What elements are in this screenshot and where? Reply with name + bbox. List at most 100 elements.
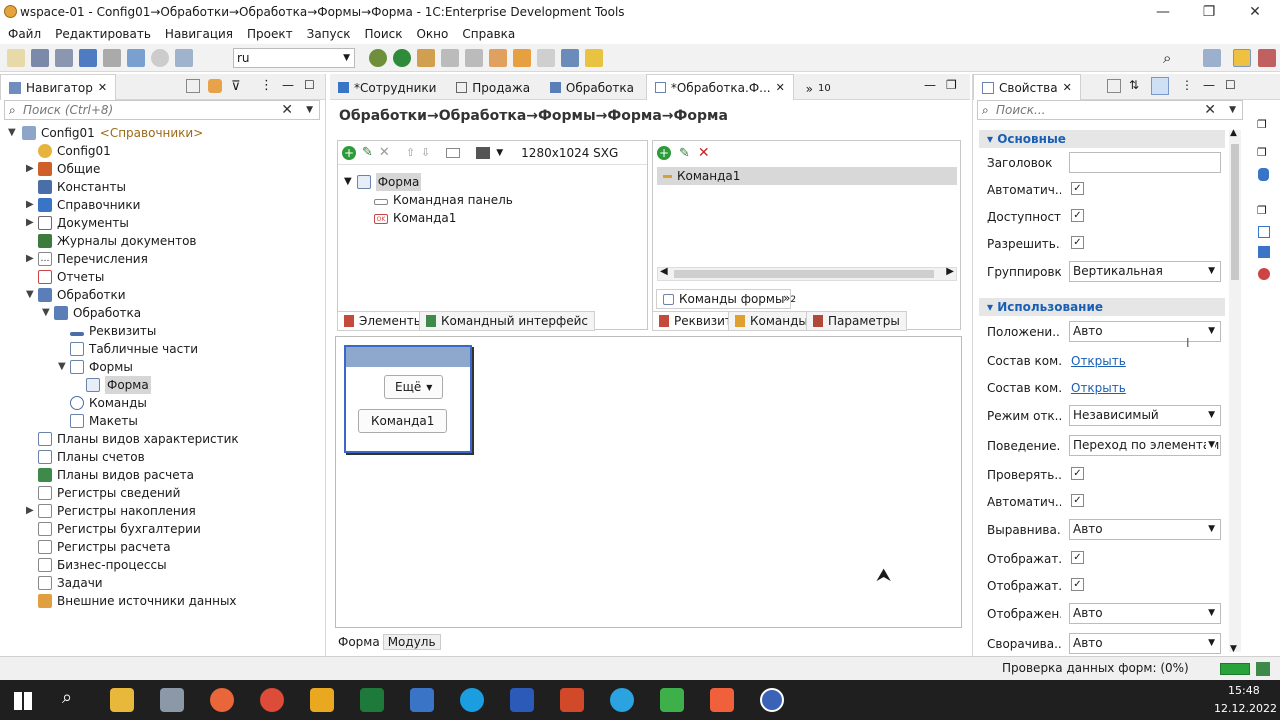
- filter-icon[interactable]: [465, 49, 483, 67]
- export-icon[interactable]: [561, 49, 579, 67]
- search-icon[interactable]: ⌕: [1163, 49, 1171, 67]
- navigator-search-input[interactable]: ⌕ Поиск (Ctrl+8) ✕ ▼: [4, 100, 320, 120]
- chevron-down-icon[interactable]: ▼: [306, 101, 313, 119]
- close-icon[interactable]: ✕: [1232, 0, 1278, 24]
- progress-details-icon[interactable]: [1256, 662, 1270, 676]
- tree-item-calc-registers[interactable]: Регистры расчета: [38, 538, 171, 556]
- tree-item-tabular-sections[interactable]: Табличные части: [70, 340, 198, 358]
- more-tabs[interactable]: »2: [783, 291, 796, 305]
- minimize-icon[interactable]: —: [1203, 78, 1215, 92]
- edit-icon[interactable]: ✎: [679, 146, 690, 161]
- tree-item-templates[interactable]: Макеты: [70, 412, 138, 430]
- tree-item-accum-registers[interactable]: ▶ Регистры накопления: [26, 502, 196, 520]
- edit-icon[interactable]: ✎: [362, 145, 373, 160]
- tree-item-calc-types[interactable]: Планы видов расчета: [38, 466, 194, 484]
- horizontal-scrollbar[interactable]: ◀ ▶: [657, 266, 957, 281]
- perspective-alt-icon[interactable]: [1258, 49, 1276, 67]
- chevron-down-icon[interactable]: ▼: [26, 286, 34, 304]
- allow-checkbox[interactable]: ✓: [1071, 236, 1084, 249]
- menu-run[interactable]: Запуск: [307, 24, 351, 44]
- chevron-down-icon[interactable]: ▼: [1230, 644, 1237, 654]
- display-checkbox[interactable]: ✓: [1071, 551, 1084, 564]
- slack-icon[interactable]: [310, 688, 334, 712]
- tab-navigator[interactable]: Навигатор ✕: [0, 74, 117, 100]
- menu-help[interactable]: Справка: [462, 24, 515, 44]
- position-select[interactable]: Авто ▼: [1069, 321, 1221, 342]
- save-icon[interactable]: [31, 49, 49, 67]
- chevron-right-icon[interactable]: ▶: [26, 160, 34, 178]
- minimize-icon[interactable]: —: [924, 78, 936, 92]
- form-preview[interactable]: Ещё ▼ Команда1: [344, 345, 472, 453]
- behavior-select[interactable]: Переход по элементам ▼: [1069, 435, 1221, 456]
- onec-icon[interactable]: [210, 688, 234, 712]
- tree-item-constants[interactable]: Константы: [38, 178, 126, 196]
- language-select[interactable]: ru ▼: [233, 48, 355, 68]
- maximize-icon[interactable]: ❐: [946, 78, 957, 92]
- step-icon[interactable]: [441, 49, 459, 67]
- resolution-label[interactable]: 1280x1024 SXG: [521, 146, 618, 160]
- chevron-right-icon[interactable]: ▶: [26, 196, 34, 214]
- tab-processor-form[interactable]: *Обработка.Ф... ✕: [645, 74, 794, 100]
- tab-processor[interactable]: Обработка: [542, 75, 642, 101]
- chevron-down-icon[interactable]: ▼: [496, 148, 503, 158]
- forward-icon[interactable]: [537, 49, 555, 67]
- edt-icon[interactable]: [760, 688, 784, 712]
- sync-icon[interactable]: [208, 79, 222, 93]
- delete-icon[interactable]: ✕: [379, 145, 390, 160]
- restore-icon[interactable]: ❐: [1186, 0, 1232, 24]
- more-button[interactable]: Ещё ▼: [384, 375, 444, 399]
- tab-attribute[interactable]: Реквизит: [652, 311, 739, 331]
- chevron-right-icon[interactable]: ▶: [26, 250, 34, 268]
- tab-module[interactable]: Модуль: [382, 634, 441, 650]
- add-icon[interactable]: +: [342, 145, 356, 160]
- tree-item-business-processes[interactable]: Бизнес-процессы: [38, 556, 167, 574]
- tree-item-external-sources[interactable]: Внешние источники данных: [38, 592, 237, 610]
- word-icon[interactable]: [510, 688, 534, 712]
- alignment-select[interactable]: Авто ▼: [1069, 519, 1221, 540]
- tree-item-documents[interactable]: ▶ Документы: [26, 214, 129, 232]
- tree-item-common[interactable]: ▶ Общие: [26, 160, 100, 178]
- tab-form[interactable]: Форма: [335, 635, 383, 649]
- database-icon[interactable]: [1258, 168, 1269, 181]
- restore-icon[interactable]: ❐: [1257, 118, 1267, 131]
- pin-icon[interactable]: [1107, 79, 1121, 93]
- enabled-checkbox[interactable]: ✓: [1071, 209, 1084, 222]
- maximize-icon[interactable]: ☐: [304, 78, 315, 92]
- title-input[interactable]: [1069, 152, 1221, 173]
- menu-file[interactable]: Файл: [8, 24, 41, 44]
- auto-checkbox[interactable]: ✓: [1071, 182, 1084, 195]
- chrome-icon[interactable]: [260, 688, 284, 712]
- command-list-item[interactable]: Команда1: [657, 167, 957, 185]
- command1-button[interactable]: Команда1: [358, 409, 448, 433]
- tab-employees[interactable]: *Сотрудники: [330, 75, 444, 101]
- menu-navigation[interactable]: Навигация: [165, 24, 233, 44]
- app-icon[interactable]: [160, 688, 184, 712]
- prev-icon[interactable]: [513, 49, 531, 67]
- search-icon[interactable]: ⌕: [62, 687, 72, 708]
- tree-command-bar[interactable]: Командная панель: [374, 191, 513, 209]
- tree-item-chart-of-accounts[interactable]: Планы счетов: [38, 448, 145, 466]
- vertical-scrollbar[interactable]: ▲ ▼: [1229, 128, 1241, 654]
- section-main[interactable]: ▾ Основные: [979, 130, 1225, 148]
- tree-item-attributes[interactable]: Реквизиты: [70, 322, 156, 340]
- tree-command1[interactable]: OK Команда1: [374, 209, 456, 227]
- chevron-right-icon[interactable]: ▶: [26, 214, 34, 232]
- minimize-icon[interactable]: —: [282, 78, 294, 92]
- highlight-icon[interactable]: [585, 49, 603, 67]
- menu-edit[interactable]: Редактировать: [55, 24, 151, 44]
- open-mode-select[interactable]: Независимый ▼: [1069, 405, 1221, 426]
- clear-icon[interactable]: ✕: [281, 101, 293, 119]
- tab-properties[interactable]: Свойства ✕: [973, 74, 1081, 100]
- camtasia-icon[interactable]: [660, 688, 684, 712]
- display2-checkbox[interactable]: ✓: [1071, 578, 1084, 591]
- tree-item-doc-journals[interactable]: Журналы документов: [38, 232, 196, 250]
- group-icon[interactable]: [446, 147, 461, 158]
- debug-icon[interactable]: [103, 49, 121, 67]
- move-up-icon[interactable]: ⇧: [406, 146, 415, 159]
- tab-overflow[interactable]: » 10: [798, 76, 839, 102]
- auto2-checkbox[interactable]: ✓: [1071, 494, 1084, 507]
- menu-project[interactable]: Проект: [247, 24, 293, 44]
- menu-icon[interactable]: ⋮: [1181, 78, 1193, 92]
- tab-elements[interactable]: Элементы: [337, 311, 431, 331]
- menu-icon[interactable]: ⋮: [260, 78, 273, 93]
